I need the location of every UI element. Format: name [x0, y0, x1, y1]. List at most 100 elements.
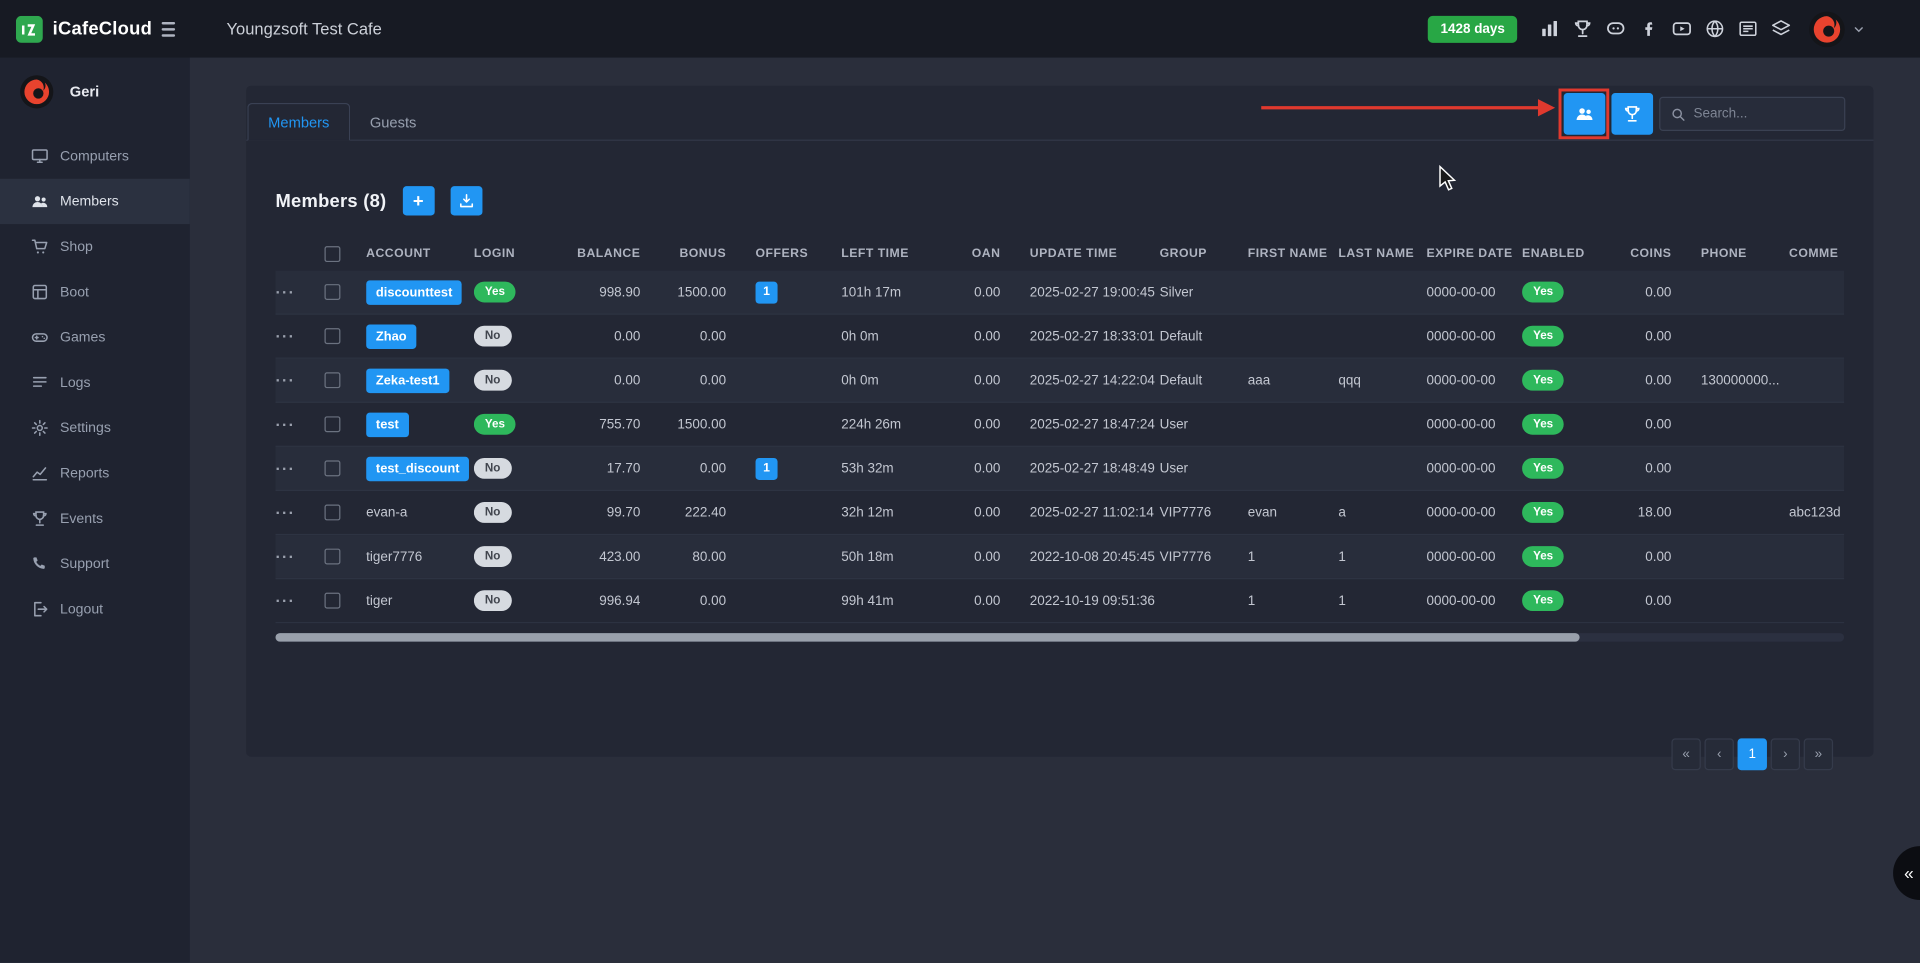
account-button[interactable]: test_discount [366, 456, 469, 480]
export-button[interactable] [450, 186, 482, 215]
column-header-phone[interactable]: PHONE [1701, 236, 1789, 270]
offers-badge[interactable]: 1 [756, 281, 778, 303]
login-badge: No [474, 502, 512, 523]
sidebar-item-support[interactable]: Support [0, 541, 190, 586]
row-actions-icon[interactable]: ··· [276, 591, 296, 609]
cell-first_name [1248, 447, 1339, 490]
stats-icon[interactable] [1539, 18, 1560, 39]
user-name: Geri [70, 83, 99, 100]
cell-update_time: 2025-02-27 11:02:14 [1030, 491, 1160, 534]
trophy-icon[interactable] [1572, 18, 1593, 39]
search-input[interactable] [1693, 107, 1834, 122]
row-actions-icon[interactable]: ··· [276, 547, 296, 565]
column-header-enabled[interactable]: ENABLED [1522, 236, 1630, 270]
column-header-offers[interactable]: OFFERS [756, 236, 842, 270]
cell-coins: 0.00 [1630, 403, 1701, 446]
login-badge: No [474, 546, 512, 567]
column-header-balance[interactable]: BALANCE [577, 236, 670, 270]
user-avatar[interactable] [20, 75, 54, 109]
row-checkbox[interactable] [324, 284, 340, 300]
column-header-coins[interactable]: COINS [1630, 236, 1701, 270]
layers-icon[interactable] [1771, 18, 1792, 39]
column-header-bonus[interactable]: BONUS [670, 236, 756, 270]
row-checkbox[interactable] [324, 416, 340, 432]
cell-expire_date: 0000-00-00 [1427, 447, 1523, 490]
sidebar-item-computers[interactable]: Computers [0, 133, 190, 178]
offers-badge[interactable]: 1 [756, 457, 778, 479]
pagination-prev[interactable]: ‹ [1705, 738, 1734, 770]
account-button[interactable]: test [366, 412, 408, 436]
column-header-expire_date[interactable]: EXPIRE DATE [1427, 236, 1523, 270]
row-checkbox[interactable] [324, 593, 340, 609]
column-header-login[interactable]: LOGIN [474, 236, 577, 270]
account-button[interactable]: discounttest [366, 280, 462, 304]
cell-enabled: Yes [1522, 315, 1630, 358]
tab-members[interactable]: Members [247, 103, 350, 141]
row-actions-icon[interactable]: ··· [276, 415, 296, 433]
member-groups-button[interactable] [1564, 93, 1606, 135]
table-row: ···Zeka-test1No0.000.000h 0m0.002025-02-… [276, 359, 1845, 403]
table-clip: ACCOUNTLOGINBALANCEBONUSOFFERSLEFT TIMEL… [276, 236, 1845, 623]
column-header-last_name[interactable]: LAST NAME [1338, 236, 1426, 270]
row-actions-icon[interactable]: ··· [276, 327, 296, 345]
invoice-icon[interactable] [1738, 18, 1759, 39]
sidebar-item-shop[interactable]: Shop [0, 224, 190, 269]
row-checkbox[interactable] [324, 460, 340, 476]
pagination-next[interactable]: › [1771, 738, 1800, 770]
sidebar-item-events[interactable]: Events [0, 496, 190, 541]
row-actions-icon[interactable]: ··· [276, 503, 296, 521]
column-header-account[interactable]: ACCOUNT [366, 236, 474, 270]
youtube-icon[interactable] [1671, 18, 1692, 39]
reports-icon [31, 464, 49, 482]
cell-balance: 17.70 [577, 447, 670, 490]
cell-balance: 423.00 [577, 535, 670, 578]
cell-phone [1701, 403, 1789, 446]
sidebar-item-logs[interactable]: Logs [0, 360, 190, 405]
row-checkbox[interactable] [324, 328, 340, 344]
column-header-update_time[interactable]: UPDATE TIME [1030, 236, 1160, 270]
tab-guests[interactable]: Guests [350, 103, 436, 141]
account-button[interactable]: Zhao [366, 324, 416, 348]
cell-group: Default [1160, 315, 1248, 358]
sidebar-item-label: Events [60, 511, 103, 526]
column-header-loan[interactable]: LOAN [971, 236, 1030, 270]
column-header-comment[interactable]: COMME [1789, 236, 1844, 270]
cell-comment [1789, 579, 1844, 622]
sidebar-item-games[interactable]: Games [0, 315, 190, 360]
cell-account: evan-a [366, 491, 474, 534]
avatar[interactable] [1809, 10, 1846, 47]
discord-icon[interactable] [1605, 18, 1626, 39]
sidebar-item-reports[interactable]: Reports [0, 451, 190, 496]
add-member-button[interactable]: + [402, 186, 434, 215]
pagination-last[interactable]: » [1804, 738, 1833, 770]
row-actions-icon[interactable]: ··· [276, 371, 296, 389]
pagination-first[interactable]: « [1671, 738, 1700, 770]
select-all-checkbox[interactable] [324, 246, 340, 262]
sidebar-item-settings[interactable]: Settings [0, 405, 190, 450]
row-checkbox[interactable] [324, 372, 340, 388]
cell-bonus: 222.40 [670, 491, 756, 534]
column-header-group[interactable]: GROUP [1160, 236, 1248, 270]
globe-icon[interactable] [1705, 18, 1726, 39]
account-button[interactable]: Zeka-test1 [366, 368, 449, 392]
cell-update_time: 2025-02-27 18:33:01 [1030, 315, 1160, 358]
row-actions-icon[interactable]: ··· [276, 459, 296, 477]
chevron-down-icon[interactable] [1851, 21, 1866, 36]
column-header-first_name[interactable]: FIRST NAME [1248, 236, 1339, 270]
facebook-icon[interactable] [1638, 18, 1659, 39]
days-badge[interactable]: 1428 days [1428, 15, 1517, 42]
cell-first_name: evan [1248, 491, 1339, 534]
pagination-page-1[interactable]: 1 [1738, 738, 1767, 770]
sidebar-item-boot[interactable]: Boot [0, 269, 190, 314]
column-header-left_time[interactable]: LEFT TIME [841, 236, 971, 270]
sidebar-item-logout[interactable]: Logout [0, 587, 190, 632]
members-table: ACCOUNTLOGINBALANCEBONUSOFFERSLEFT TIMEL… [276, 236, 1845, 623]
menu-icon[interactable] [162, 21, 175, 36]
row-checkbox[interactable] [324, 549, 340, 565]
scrollbar-thumb[interactable] [276, 633, 1580, 642]
sidebar-item-members[interactable]: Members [0, 179, 190, 224]
row-checkbox[interactable] [324, 504, 340, 520]
row-actions-icon[interactable]: ··· [276, 283, 296, 301]
cell-expire_date: 0000-00-00 [1427, 271, 1523, 314]
member-awards-button[interactable] [1611, 93, 1653, 135]
